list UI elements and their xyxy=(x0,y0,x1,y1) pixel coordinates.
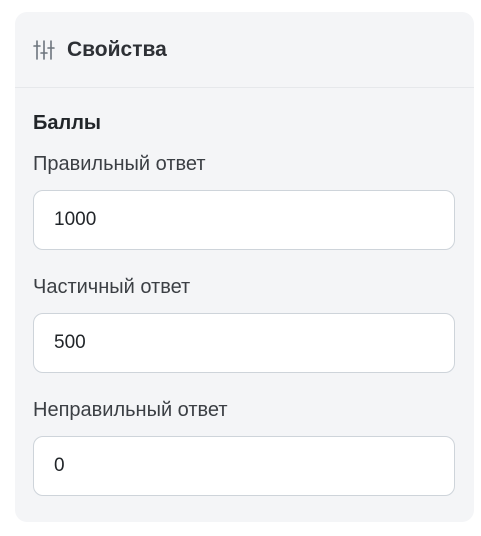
panel-body: Баллы Правильный ответ Частичный ответ Н… xyxy=(15,88,474,496)
panel-title: Свойства xyxy=(67,37,167,61)
panel-header: Свойства xyxy=(15,12,474,88)
correct-answer-input[interactable] xyxy=(33,190,455,250)
field-correct-answer: Правильный ответ xyxy=(33,153,456,250)
field-label-partial: Частичный ответ xyxy=(33,276,191,298)
wrong-answer-input[interactable] xyxy=(33,436,455,496)
field-label-wrong: Неправильный ответ xyxy=(33,399,228,421)
partial-answer-input[interactable] xyxy=(33,313,455,373)
field-label-correct: Правильный ответ xyxy=(33,153,206,175)
section-title-points: Баллы xyxy=(33,112,101,134)
field-wrong-answer: Неправильный ответ xyxy=(33,399,456,496)
field-partial-answer: Частичный ответ xyxy=(33,276,456,373)
sliders-icon xyxy=(33,39,55,61)
properties-panel: Свойства Баллы Правильный ответ Частичны… xyxy=(15,12,474,522)
